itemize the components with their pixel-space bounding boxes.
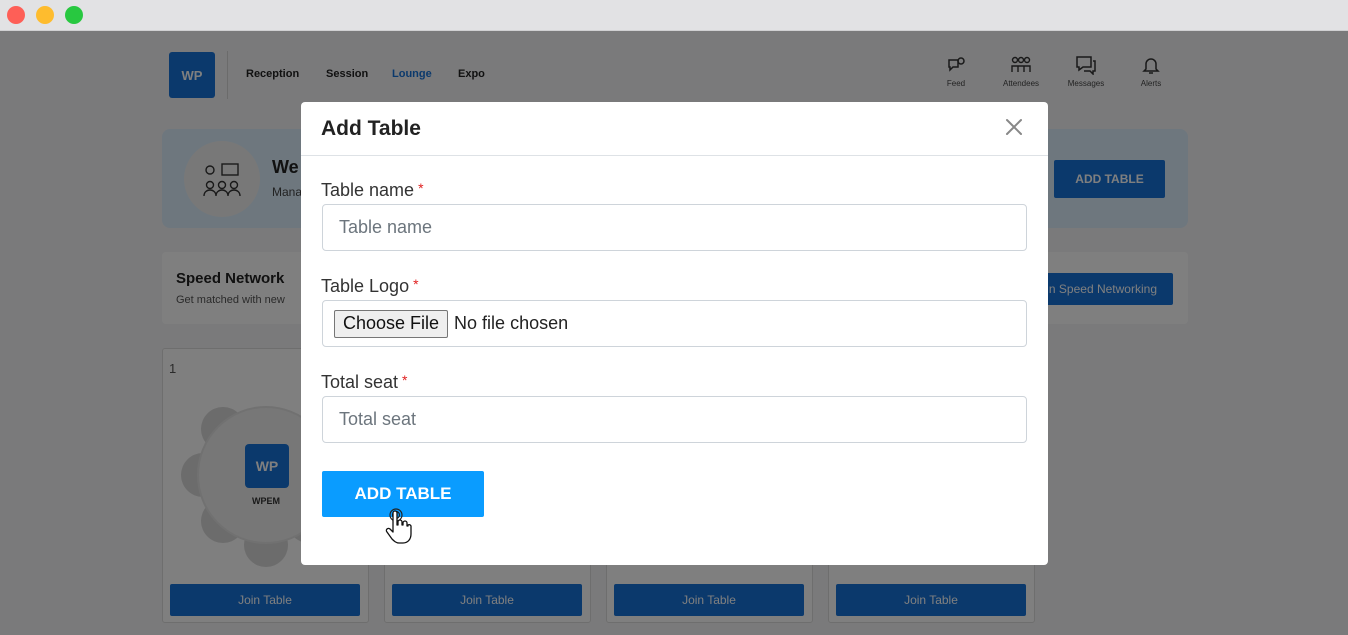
table-name-label: Table name * xyxy=(321,180,424,200)
modal-header: Add Table xyxy=(301,102,1048,156)
required-marker: * xyxy=(418,180,424,196)
close-icon xyxy=(1006,119,1022,135)
close-modal-button[interactable] xyxy=(1001,114,1027,140)
total-seat-label: Total seat * xyxy=(321,372,408,392)
total-seat-input[interactable] xyxy=(322,396,1027,443)
minimize-window-button[interactable] xyxy=(36,6,54,24)
table-name-input[interactable] xyxy=(322,204,1027,251)
modal-title: Add Table xyxy=(321,117,421,140)
window-titlebar xyxy=(0,0,1348,31)
maximize-window-button[interactable] xyxy=(65,6,83,24)
choose-file-button[interactable]: Choose File xyxy=(334,309,449,338)
required-marker: * xyxy=(413,276,419,292)
pointer-cursor-icon xyxy=(385,508,412,544)
add-table-modal: Add Table Table name* Table Logo* Choose… xyxy=(301,102,1048,565)
file-status: No file chosen xyxy=(454,313,569,333)
close-window-button[interactable] xyxy=(7,6,25,24)
required-marker: * xyxy=(402,372,408,388)
table-logo-file-input[interactable]: Choose File No file chosen xyxy=(322,300,1027,347)
table-logo-label: Table Logo * xyxy=(321,276,419,296)
